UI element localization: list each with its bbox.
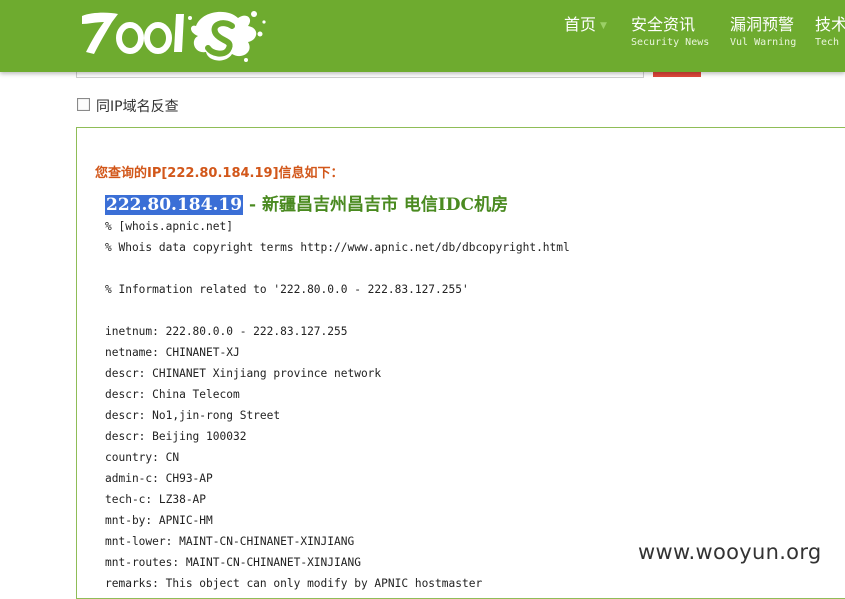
site-logo[interactable] bbox=[78, 4, 268, 66]
whois-line: country: CN bbox=[105, 451, 180, 464]
reverse-lookup-checkbox[interactable] bbox=[77, 98, 90, 111]
whois-line: descr: Beijing 100032 bbox=[105, 430, 247, 443]
whois-output: % [whois.apnic.net] % Whois data copyrigh… bbox=[105, 216, 825, 594]
whois-line: descr: CHINANET Xinjiang province networ… bbox=[105, 367, 382, 380]
reverse-lookup-label[interactable]: 同IP域名反查 bbox=[96, 96, 179, 116]
whois-line: % Information related to '222.80.0.0 - 2… bbox=[105, 283, 469, 296]
result-panel: 您查询的IP[222.80.184.19]信息如下： 222.80.184.19… bbox=[76, 127, 845, 599]
chevron-down-icon: ▼ bbox=[600, 20, 607, 31]
top-header: 首页 ▼ 安全资讯 Security News 漏洞预警 Vul Warning … bbox=[0, 0, 845, 72]
ip-location-line: 222.80.184.19 - 新疆昌吉州昌吉市 电信IDC机房 bbox=[105, 190, 508, 215]
whois-line: descr: No1,jin-rong Street bbox=[105, 409, 281, 422]
ip-address[interactable]: 222.80.184.19 bbox=[105, 195, 244, 215]
nav-item-tech[interactable]: 技术 Tech bbox=[815, 14, 845, 50]
nav-item-home[interactable]: 首页 ▼ bbox=[564, 14, 607, 37]
nav-vul-warning-sub: Vul Warning bbox=[730, 37, 797, 48]
whois-line: netname: CHINANET-XJ bbox=[105, 346, 240, 359]
watermark-text: www.wooyun.org bbox=[638, 540, 822, 564]
nav-tech-sub: Tech bbox=[815, 37, 840, 48]
nav-item-security-news[interactable]: 安全资讯 Security News bbox=[631, 14, 709, 50]
whois-line: remarks: This object can only modify by … bbox=[105, 577, 483, 590]
whois-line: mnt-by: APNIC-HM bbox=[105, 514, 213, 527]
whois-line: descr: China Telecom bbox=[105, 388, 240, 401]
nav-home-label: 首页 bbox=[564, 15, 597, 34]
nav-tech-label: 技术 bbox=[815, 15, 845, 34]
whois-line bbox=[105, 258, 825, 279]
whois-line: inetnum: 222.80.0.0 - 222.83.127.255 bbox=[105, 325, 348, 338]
nav-vul-warning-label: 漏洞预警 bbox=[730, 15, 795, 34]
whois-line bbox=[105, 300, 825, 321]
logo-splash-icon bbox=[82, 11, 266, 62]
result-heading: 您查询的IP[222.80.184.19]信息如下： bbox=[95, 166, 344, 181]
whois-line: admin-c: CH93-AP bbox=[105, 472, 213, 485]
nav-security-news-sub: Security News bbox=[631, 37, 710, 48]
nav-item-vul-warning[interactable]: 漏洞预警 Vul Warning bbox=[730, 14, 796, 50]
nav-security-news-label: 安全资讯 bbox=[631, 15, 696, 34]
whois-line: tech-c: LZ38-AP bbox=[105, 493, 207, 506]
ip-location: - 新疆昌吉州昌吉市 电信IDC机房 bbox=[243, 195, 509, 215]
whois-line: % Whois data copyright terms http://www.… bbox=[105, 241, 570, 254]
whois-line: % [whois.apnic.net] bbox=[105, 220, 233, 233]
